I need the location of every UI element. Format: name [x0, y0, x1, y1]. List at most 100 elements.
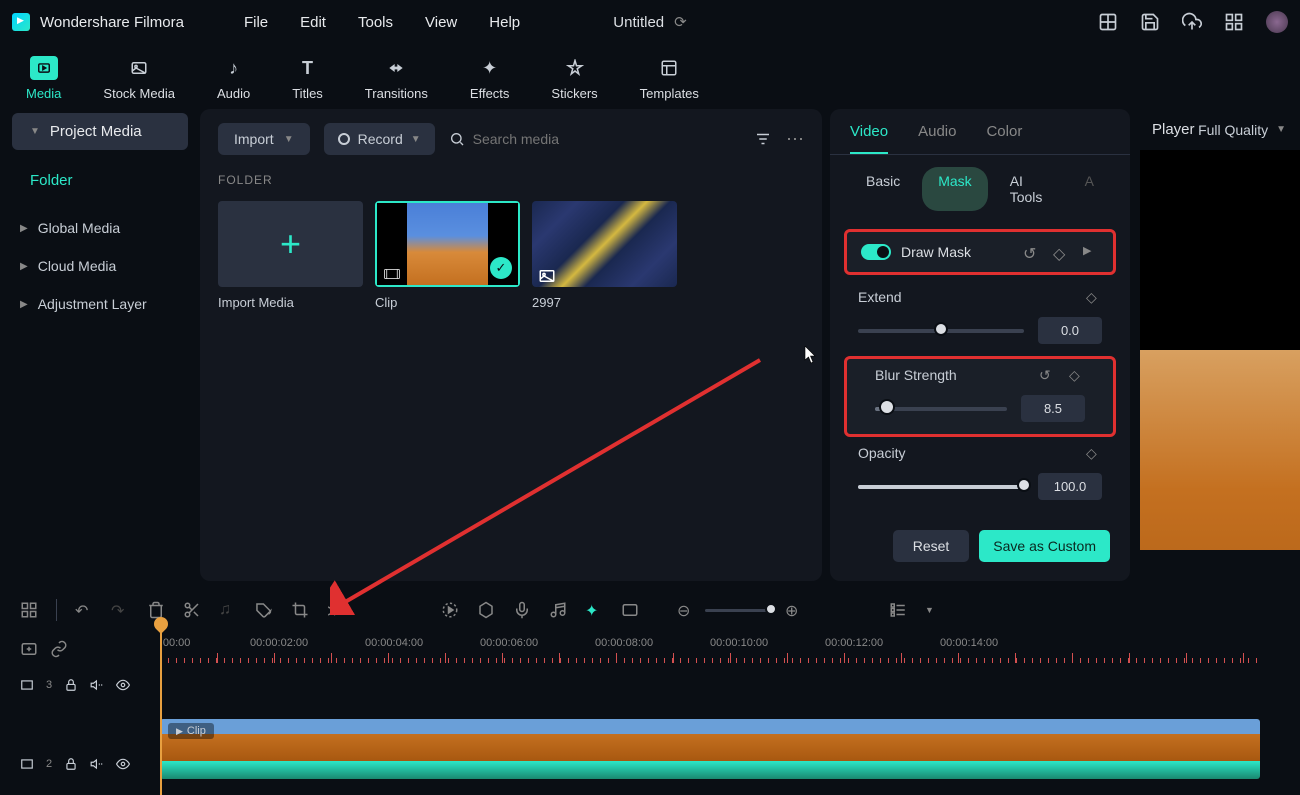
- music-icon[interactable]: ♫: [219, 601, 237, 619]
- apps-icon[interactable]: [1224, 12, 1244, 32]
- reset-button[interactable]: Reset: [893, 530, 970, 562]
- tab-titles[interactable]: TTitles: [286, 52, 329, 105]
- tab-media[interactable]: Media: [20, 52, 67, 105]
- props-tab-audio[interactable]: Audio: [918, 123, 956, 154]
- draw-mask-label: Draw Mask: [901, 244, 971, 260]
- extend-slider[interactable]: [858, 329, 1024, 333]
- tag-icon[interactable]: [255, 601, 273, 619]
- stickers-icon: [561, 56, 589, 80]
- project-media-button[interactable]: ▼ Project Media: [12, 113, 188, 150]
- tab-audio[interactable]: ♪Audio: [211, 52, 256, 105]
- reset-icon[interactable]: ↺: [1039, 367, 1055, 383]
- search-input[interactable]: [473, 131, 740, 147]
- tab-templates[interactable]: Templates: [634, 52, 705, 105]
- blur-value[interactable]: 8.5: [1021, 395, 1085, 422]
- eye-icon[interactable]: [116, 678, 130, 692]
- avatar-icon[interactable]: [1266, 11, 1288, 33]
- grid-icon[interactable]: [20, 601, 38, 619]
- save-icon[interactable]: [1140, 12, 1160, 32]
- record-button[interactable]: Record▼: [324, 123, 435, 155]
- view-options-icon[interactable]: [889, 601, 907, 619]
- menu-file[interactable]: File: [244, 14, 268, 31]
- time-ruler[interactable]: |00:00 00:00:02:00 00:00:04:00 00:00:06:…: [160, 635, 1300, 663]
- props-tab-color[interactable]: Color: [986, 123, 1022, 154]
- menu-view[interactable]: View: [425, 14, 457, 31]
- draw-mask-row: Draw Mask ↺ ◇ ▶: [844, 229, 1116, 275]
- caret-right-icon: ▶: [20, 223, 28, 234]
- record-icon: [338, 133, 350, 145]
- layout-icon[interactable]: [1098, 12, 1118, 32]
- cloud-upload-icon[interactable]: [1182, 12, 1202, 32]
- link-icon[interactable]: [50, 640, 68, 658]
- menu-help[interactable]: Help: [489, 14, 520, 31]
- undo-icon[interactable]: ↶: [75, 601, 93, 619]
- tab-effects[interactable]: ✦Effects: [464, 52, 516, 105]
- eye-icon[interactable]: [116, 757, 130, 771]
- timeline-clip[interactable]: ▶Clip: [160, 719, 1260, 779]
- extend-value[interactable]: 0.0: [1038, 317, 1102, 344]
- folder-label[interactable]: Folder: [12, 164, 188, 197]
- clip-name-tag: ▶Clip: [168, 723, 214, 739]
- keyframe-icon[interactable]: ◇: [1086, 445, 1102, 461]
- import-media-tile[interactable]: + Import Media: [218, 201, 363, 310]
- lock-icon[interactable]: [64, 757, 78, 771]
- blur-slider[interactable]: [875, 407, 1007, 411]
- lock-icon[interactable]: [64, 678, 78, 692]
- tab-stock-media[interactable]: Stock Media: [97, 52, 181, 105]
- extend-label: Extend: [858, 289, 902, 305]
- clip-tile[interactable]: ✓ Clip: [375, 201, 520, 310]
- keyframe-icon[interactable]: ◇: [1086, 289, 1102, 305]
- mic-icon[interactable]: [513, 601, 531, 619]
- zoom-out-icon[interactable]: ⊖: [677, 601, 695, 619]
- menu-edit[interactable]: Edit: [300, 14, 326, 31]
- zoom-slider[interactable]: [705, 609, 775, 612]
- image-tile[interactable]: 2997: [532, 201, 677, 310]
- tab-transitions[interactable]: Transitions: [359, 52, 434, 105]
- chevron-right-icon[interactable]: ▶: [1083, 244, 1099, 260]
- transitions-icon: [382, 56, 410, 80]
- reset-icon[interactable]: ↺: [1023, 244, 1039, 260]
- import-button[interactable]: Import▼: [218, 123, 310, 155]
- marker-icon[interactable]: [477, 601, 495, 619]
- quality-dropdown[interactable]: Full Quality▼: [1198, 122, 1286, 138]
- add-track-icon[interactable]: [20, 640, 38, 658]
- zoom-in-icon[interactable]: ⊕: [785, 601, 803, 619]
- keyframe-icon[interactable]: ◇: [1069, 367, 1085, 383]
- subtab-mask[interactable]: Mask: [922, 167, 987, 211]
- properties-panel: Video Audio Color Basic Mask AI Tools A …: [830, 109, 1130, 581]
- sidebar-item-cloud[interactable]: ▶Cloud Media: [12, 247, 188, 285]
- player-label: Player: [1152, 121, 1195, 138]
- draw-mask-toggle[interactable]: [861, 244, 891, 260]
- sidebar-item-adjustment[interactable]: ▶Adjustment Layer: [12, 285, 188, 323]
- keyframe-icon[interactable]: ◇: [1053, 244, 1069, 260]
- caret-down-icon: ▼: [30, 126, 40, 137]
- opacity-slider[interactable]: [858, 485, 1024, 489]
- menu-tools[interactable]: Tools: [358, 14, 393, 31]
- tab-stickers[interactable]: Stickers: [545, 52, 603, 105]
- mute-icon[interactable]: [90, 678, 104, 692]
- more-icon[interactable]: ⋯: [786, 129, 804, 150]
- sidebar-item-global[interactable]: ▶Global Media: [12, 209, 188, 247]
- cut-icon[interactable]: [183, 601, 201, 619]
- redo-icon[interactable]: ↷: [111, 601, 129, 619]
- player-viewport[interactable]: [1140, 150, 1300, 550]
- opacity-value[interactable]: 100.0: [1038, 473, 1102, 500]
- playhead[interactable]: [160, 625, 162, 795]
- caret-down-icon[interactable]: ▼: [925, 605, 934, 615]
- ai-icon[interactable]: ✦: [585, 601, 603, 619]
- subtab-basic[interactable]: Basic: [850, 167, 916, 211]
- props-tab-video[interactable]: Video: [850, 123, 888, 154]
- templates-icon: [655, 56, 683, 80]
- subtab-more[interactable]: A: [1069, 167, 1110, 211]
- save-as-custom-button[interactable]: Save as Custom: [979, 530, 1110, 562]
- subtab-aitools[interactable]: AI Tools: [994, 167, 1063, 211]
- snapshot-icon[interactable]: [621, 601, 639, 619]
- render-icon[interactable]: [441, 601, 459, 619]
- blur-strength-section: Blur Strength ↺◇ 8.5: [844, 356, 1116, 437]
- filter-icon[interactable]: [754, 130, 772, 148]
- crop-icon[interactable]: [291, 601, 309, 619]
- mute-icon[interactable]: [90, 757, 104, 771]
- sync-icon[interactable]: ⟳: [674, 13, 687, 31]
- more-tools-icon[interactable]: ≫: [327, 601, 345, 619]
- audio-mix-icon[interactable]: [549, 601, 567, 619]
